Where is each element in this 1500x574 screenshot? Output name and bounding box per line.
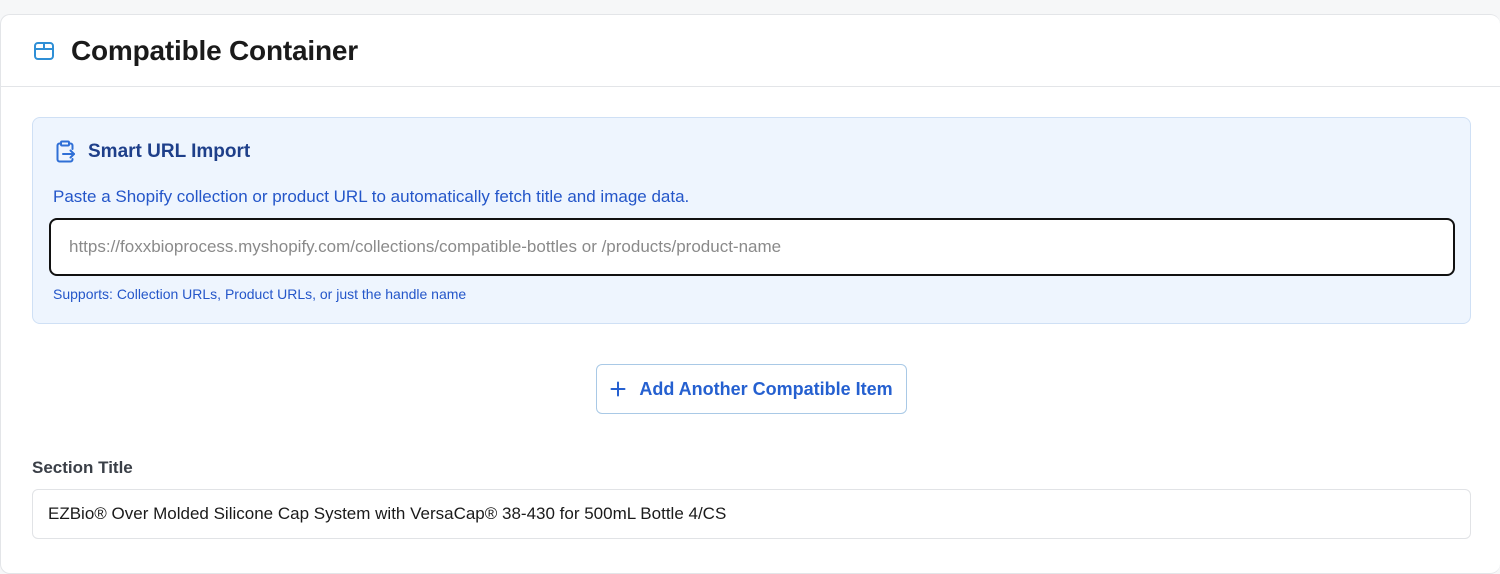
- compatible-container-card: Compatible Container Smart URL Import Pa…: [0, 14, 1500, 574]
- smart-url-import-panel: Smart URL Import Paste a Shopify collect…: [32, 117, 1471, 324]
- card-title: Compatible Container: [71, 34, 358, 66]
- section-title-label: Section Title: [32, 458, 133, 477]
- smart-url-import-description: Paste a Shopify collection or product UR…: [53, 187, 690, 206]
- section-title-input[interactable]: [32, 489, 1471, 539]
- add-compatible-item-label: Add Another Compatible Item: [639, 378, 893, 399]
- shopify-url-input[interactable]: [49, 218, 1455, 276]
- smart-url-import-heading: Smart URL Import: [53, 140, 250, 164]
- smart-url-import-title: Smart URL Import: [88, 141, 251, 162]
- smart-url-import-hint: Supports: Collection URLs, Product URLs,…: [53, 286, 467, 302]
- clipboard-import-icon: [53, 140, 77, 164]
- card-header: Compatible Container: [1, 15, 1500, 87]
- plus-icon: [610, 381, 626, 397]
- add-compatible-item-button[interactable]: Add Another Compatible Item: [596, 364, 907, 414]
- box-icon: [33, 40, 55, 62]
